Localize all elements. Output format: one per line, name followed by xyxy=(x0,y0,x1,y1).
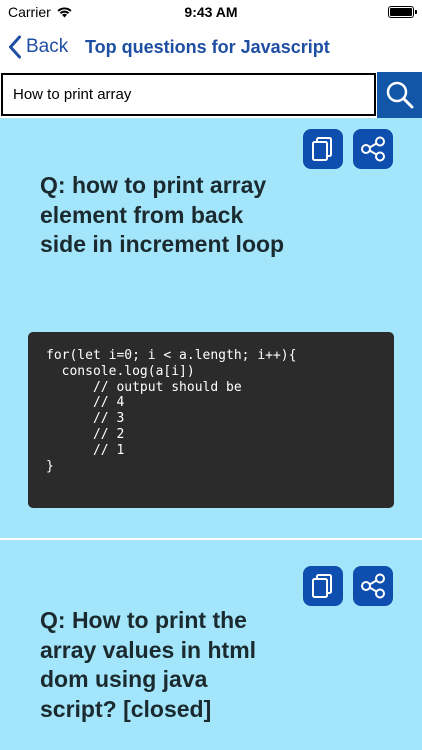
search-bar xyxy=(0,72,422,118)
question-title[interactable]: Q: how to print array element from back … xyxy=(40,171,290,260)
carrier-label: Carrier xyxy=(8,4,51,20)
search-input[interactable] xyxy=(1,73,376,116)
question-card: Q: how to print array element from back … xyxy=(0,118,422,538)
back-label: Back xyxy=(26,36,69,57)
share-button[interactable] xyxy=(353,566,393,606)
wifi-icon xyxy=(57,7,72,18)
status-carrier: Carrier xyxy=(8,4,73,20)
questions-list: Q: how to print array element from back … xyxy=(0,118,422,750)
chevron-left-icon xyxy=(9,35,21,59)
search-button[interactable] xyxy=(377,72,422,118)
copy-button[interactable] xyxy=(303,566,343,606)
copy-icon xyxy=(312,137,332,161)
battery-level xyxy=(390,8,412,16)
battery-icon xyxy=(388,6,417,18)
question-title[interactable]: Q: How to print the array values in html… xyxy=(40,606,290,724)
question-card: Q: How to print the array values in html… xyxy=(0,540,422,750)
page-title: Top questions for Javascript xyxy=(85,37,330,57)
back-button[interactable]: Back xyxy=(8,35,68,59)
copy-icon xyxy=(312,574,332,598)
navigation-bar: Back Top questions for Javascript xyxy=(0,24,422,72)
code-text: for(let i=0; i < a.length; i++){ console… xyxy=(46,348,297,474)
search-icon xyxy=(386,81,413,109)
status-bar: Carrier 9:43 AM xyxy=(0,0,422,24)
share-button[interactable] xyxy=(353,129,393,169)
code-block: for(let i=0; i < a.length; i++){ console… xyxy=(28,332,394,508)
copy-button[interactable] xyxy=(303,129,343,169)
share-icon xyxy=(361,573,385,599)
share-icon xyxy=(361,136,385,162)
